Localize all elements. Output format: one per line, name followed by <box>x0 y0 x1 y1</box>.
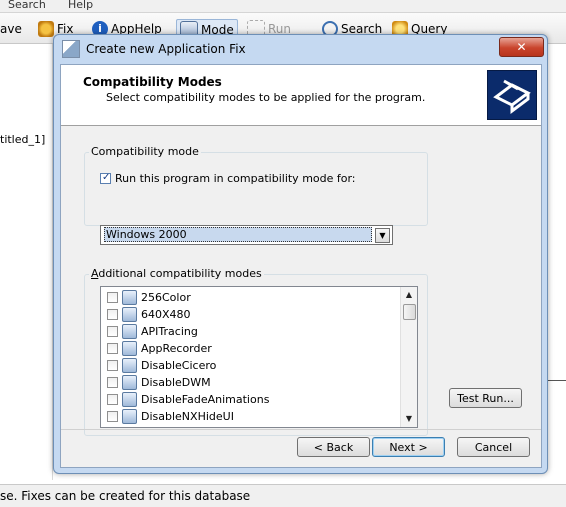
create-app-fix-dialog: Create new Application Fix ✕ Compatibili… <box>53 34 548 474</box>
dialog-title: Create new Application Fix <box>86 42 246 56</box>
close-button[interactable]: ✕ <box>499 37 544 57</box>
run-in-compat-mode-label: Run this program in compatibility mode f… <box>115 172 356 185</box>
list-item[interactable]: AppRecorder <box>107 340 212 357</box>
checkbox[interactable] <box>107 360 118 371</box>
list-item[interactable]: DisableFadeAnimations <box>107 391 269 408</box>
back-button[interactable]: < Back <box>297 437 370 457</box>
dialog-client-area: Compatibility Modes Select compatibility… <box>60 64 542 468</box>
footer-separator <box>61 429 541 430</box>
app-icon <box>122 324 137 339</box>
menu-search[interactable]: Search <box>8 0 46 11</box>
database-tree-panel[interactable] <box>0 44 53 480</box>
app-icon <box>122 358 137 373</box>
list-item[interactable]: DisableDWM <box>107 374 211 391</box>
additional-modes-list[interactable]: 256Color 640X480 APITracing AppRecorder … <box>100 286 418 428</box>
compatibility-mode-group-label: Compatibility mode <box>89 145 201 158</box>
status-text: se. Fixes can be created for this databa… <box>0 489 251 503</box>
checkbox[interactable] <box>107 309 118 320</box>
status-bar: se. Fixes can be created for this databa… <box>0 484 566 507</box>
list-item[interactable]: 640X480 <box>107 306 191 323</box>
wizard-header: Compatibility Modes Select compatibility… <box>61 65 541 126</box>
compatibility-wizard-icon <box>487 70 537 120</box>
menu-help[interactable]: Help <box>68 0 93 11</box>
compat-mode-select[interactable]: Windows 2000 ▼ <box>100 225 393 245</box>
checkbox[interactable] <box>107 326 118 337</box>
run-in-compat-mode-checkbox[interactable]: Run this program in compatibility mode f… <box>100 172 356 185</box>
app-icon <box>122 290 137 305</box>
save-label: ave <box>0 22 22 36</box>
scroll-thumb[interactable] <box>403 304 416 320</box>
list-item[interactable]: 256Color <box>107 289 191 306</box>
compat-mode-selected-value: Windows 2000 <box>104 227 372 242</box>
list-item[interactable]: DisableCicero <box>107 357 216 374</box>
checkbox-checked-icon[interactable] <box>100 173 111 184</box>
menu-bar: Search Help <box>0 0 566 13</box>
list-item[interactable]: DisableNXHideUI <box>107 408 234 425</box>
chevron-down-icon[interactable]: ▼ <box>375 228 390 243</box>
next-button[interactable]: Next > <box>372 437 445 457</box>
scroll-down-icon[interactable]: ▼ <box>401 411 417 427</box>
header-subtitle: Select compatibility modes to be applied… <box>106 91 426 104</box>
list-scrollbar[interactable]: ▲ ▼ <box>400 287 417 427</box>
checkbox[interactable] <box>107 343 118 354</box>
app-icon <box>122 392 137 407</box>
dialog-titlebar[interactable]: Create new Application Fix <box>62 39 246 59</box>
header-title: Compatibility Modes <box>83 75 222 89</box>
tree-item-untitled[interactable]: titled_1] <box>0 133 45 146</box>
scroll-up-icon[interactable]: ▲ <box>401 287 417 303</box>
compatibility-mode-group <box>84 152 428 226</box>
list-item[interactable]: APITracing <box>107 323 198 340</box>
additional-modes-group-label: Additional compatibility modes <box>89 267 264 280</box>
checkbox[interactable] <box>107 394 118 405</box>
app-icon <box>122 409 137 424</box>
app-icon <box>122 341 137 356</box>
checkbox[interactable] <box>107 377 118 388</box>
checkbox[interactable] <box>107 292 118 303</box>
save-button[interactable]: ave <box>0 19 22 39</box>
checkbox[interactable] <box>107 411 118 422</box>
test-run-button[interactable]: Test Run... <box>449 388 522 408</box>
app-icon <box>122 375 137 390</box>
cancel-button[interactable]: Cancel <box>457 437 530 457</box>
wizard-icon <box>62 40 80 58</box>
gear-icon <box>38 21 54 37</box>
divider-line <box>548 380 566 381</box>
app-icon <box>122 307 137 322</box>
